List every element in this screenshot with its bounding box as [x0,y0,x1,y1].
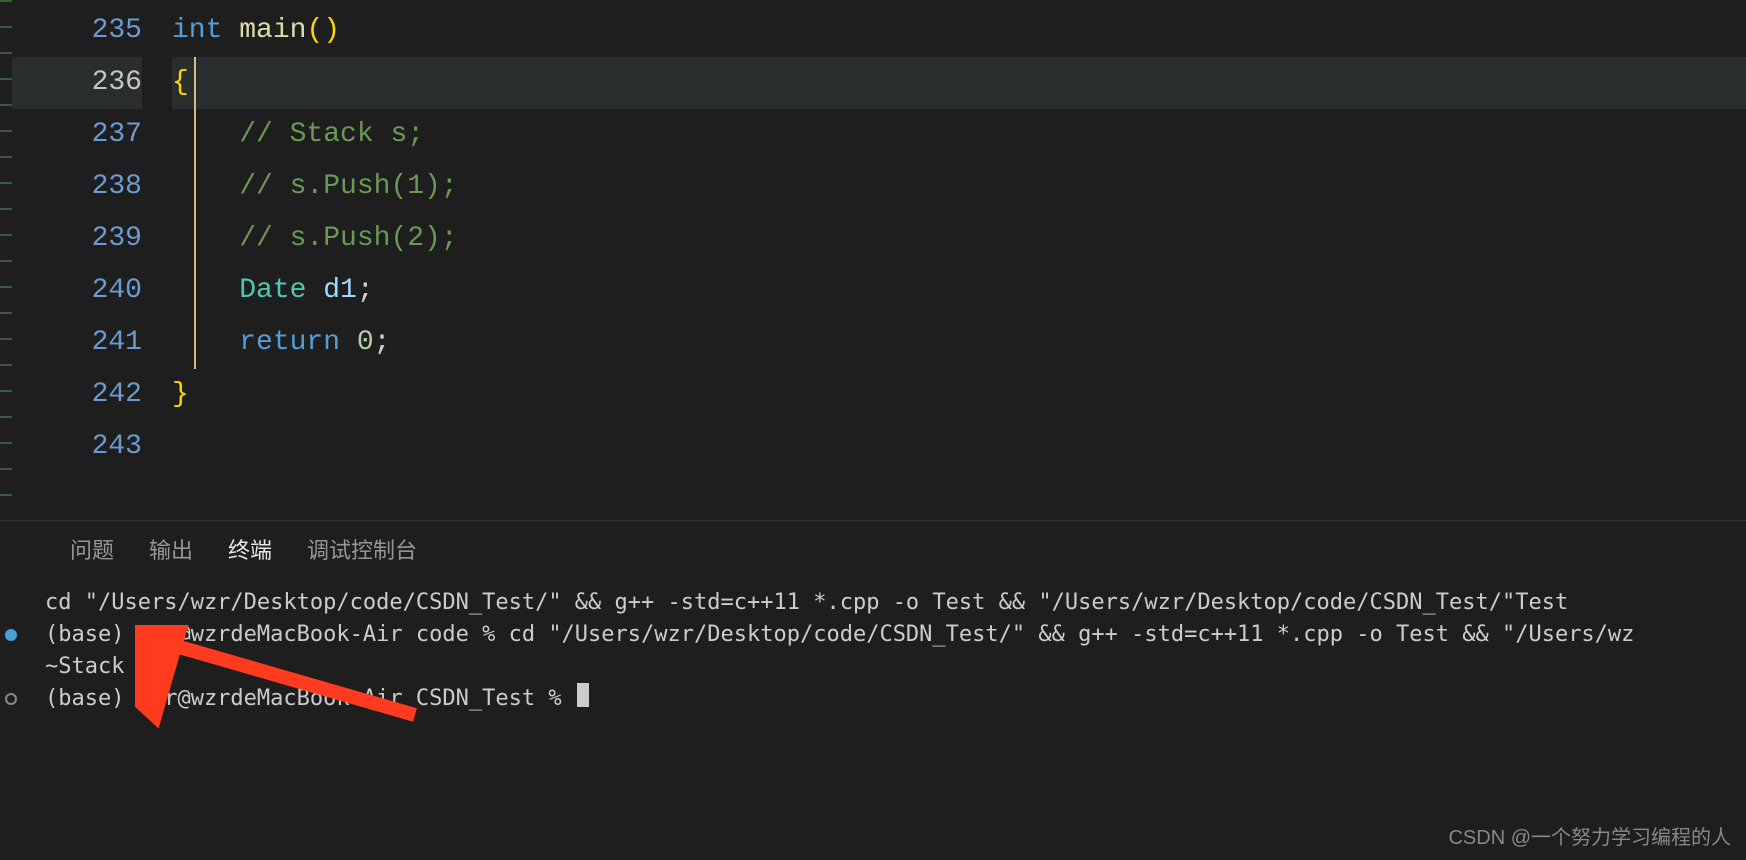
code-line[interactable] [172,421,1746,473]
terminal-line: cd "/Users/wzr/Desktop/code/CSDN_Test/" … [45,587,1568,619]
code-line[interactable]: Date d1; [172,265,1746,317]
bottom-panel: 问题 输出 终端 调试控制台 cd "/Users/wzr/Desktop/co… [0,520,1746,860]
code-line[interactable]: // s.Push(1); [172,161,1746,213]
line-number: 239 [12,213,142,265]
indent-guide [194,57,196,369]
cursor-icon [577,683,589,707]
watermark: CSDN @一个努力学习编程的人 [1448,821,1731,850]
tab-debug-console[interactable]: 调试控制台 [307,533,417,565]
code-content[interactable]: int main(){ // Stack s; // s.Push(1); //… [172,0,1746,520]
bullet-icon [5,629,17,641]
line-number: 241 [12,317,142,369]
decoration-strip [0,0,12,520]
code-line[interactable]: // s.Push(2); [172,213,1746,265]
tab-output[interactable]: 输出 [149,533,193,565]
line-number: 236 [12,57,142,109]
terminal-prompt: (base) wzr@wzrdeMacBook-Air CSDN_Test % [45,683,575,715]
line-number: 240 [12,265,142,317]
terminal-line: ~Stack [45,651,124,683]
code-line[interactable]: return 0; [172,317,1746,369]
line-gutter: 235 236 237 238 239 240 241 242 243 [12,0,172,520]
line-number: 242 [12,369,142,421]
bullet-icon [5,693,17,705]
tab-problems[interactable]: 问题 [70,533,114,565]
code-editor[interactable]: 235 236 237 238 239 240 241 242 243 int … [0,0,1746,520]
line-number: 235 [12,5,142,57]
code-line[interactable]: int main() [172,5,1746,57]
code-line[interactable]: { [172,57,1746,109]
code-line[interactable]: // Stack s; [172,109,1746,161]
terminal-output[interactable]: cd "/Users/wzr/Desktop/code/CSDN_Test/" … [0,577,1746,725]
line-number: 238 [12,161,142,213]
line-number: 243 [12,421,142,473]
code-line[interactable]: } [172,369,1746,421]
line-number: 237 [12,109,142,161]
panel-tabs: 问题 输出 终端 调试控制台 [0,521,1746,577]
terminal-line: (base) wzr@wzrdeMacBook-Air code % cd "/… [45,619,1634,651]
tab-terminal[interactable]: 终端 [228,533,272,565]
